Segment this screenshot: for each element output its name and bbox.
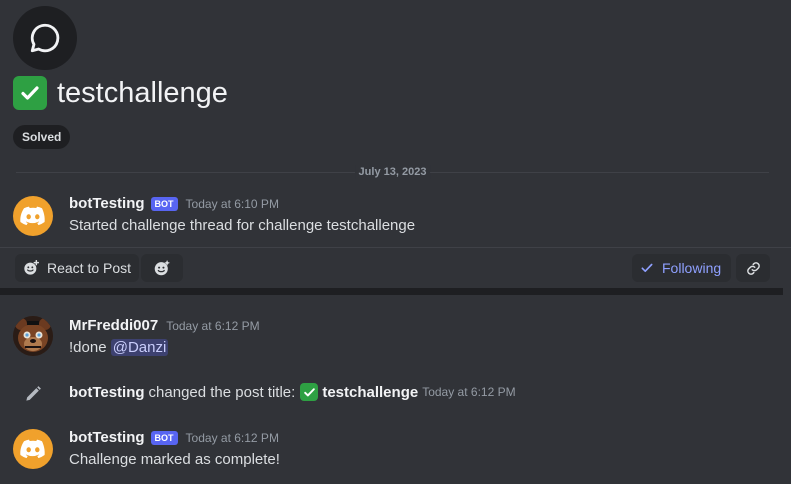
title-change-message: botTesting changed the post title: testc… (69, 383, 516, 401)
discord-logo-icon (20, 206, 45, 226)
emoji-add-icon (24, 260, 39, 275)
date-divider: July 13, 2023 (16, 165, 769, 179)
react-to-post-button[interactable]: React to Post (15, 254, 140, 282)
react-to-post-label: React to Post (47, 260, 132, 276)
chat-bubble-icon (30, 23, 60, 53)
system-actor[interactable]: botTesting (69, 384, 145, 401)
thread-title-text: testchallenge (57, 76, 228, 109)
link-icon (746, 261, 760, 275)
message-header: MrFreddi007 Today at 6:12 PM (69, 317, 260, 334)
copy-link-button[interactable] (736, 254, 770, 282)
discord-logo-icon (20, 439, 45, 459)
divider-line (0, 247, 791, 248)
message-body: !done @Danzi (69, 339, 169, 356)
username[interactable]: botTesting (69, 195, 145, 212)
timestamp[interactable]: Today at 6:12 PM (166, 319, 259, 333)
avatar[interactable] (13, 429, 53, 469)
following-label: Following (662, 260, 722, 276)
username[interactable]: botTesting (69, 429, 145, 446)
post-actions-bar: React to Post Following (0, 254, 791, 282)
message-header: botTesting BOT Today at 6:10 PM (69, 195, 279, 212)
avatar[interactable] (13, 196, 53, 236)
timestamp[interactable]: Today at 6:10 PM (186, 197, 279, 211)
pencil-icon (23, 384, 43, 404)
message-text: !done (69, 339, 107, 356)
new-title: testchallenge (322, 383, 419, 401)
bot-tag: BOT (150, 196, 178, 211)
thread-icon (13, 6, 77, 70)
thread-title: testchallenge (13, 76, 228, 110)
super-reaction-button[interactable] (141, 254, 183, 282)
timestamp[interactable]: Today at 6:12 PM (422, 385, 515, 399)
timestamp[interactable]: Today at 6:12 PM (186, 431, 279, 445)
following-button[interactable]: Following (632, 254, 731, 282)
super-reaction-icon (154, 260, 170, 276)
bot-tag: BOT (150, 430, 178, 445)
date-divider-label: July 13, 2023 (354, 165, 431, 179)
post-separator (0, 288, 783, 295)
avatar[interactable] (13, 316, 53, 356)
check-mark-icon (300, 383, 319, 401)
message-body: Started challenge thread for challenge t… (69, 217, 416, 234)
user-mention[interactable]: @Danzi (110, 339, 169, 356)
check-mark-icon (13, 76, 47, 110)
message-body: Challenge marked as complete! (69, 451, 280, 468)
message-header: botTesting BOT Today at 6:12 PM (69, 429, 279, 446)
solved-tag: Solved (13, 125, 71, 149)
system-action: changed the post title: (148, 383, 296, 401)
username[interactable]: MrFreddi007 (69, 317, 158, 334)
check-icon (641, 263, 653, 273)
user-avatar-icon (13, 316, 53, 356)
